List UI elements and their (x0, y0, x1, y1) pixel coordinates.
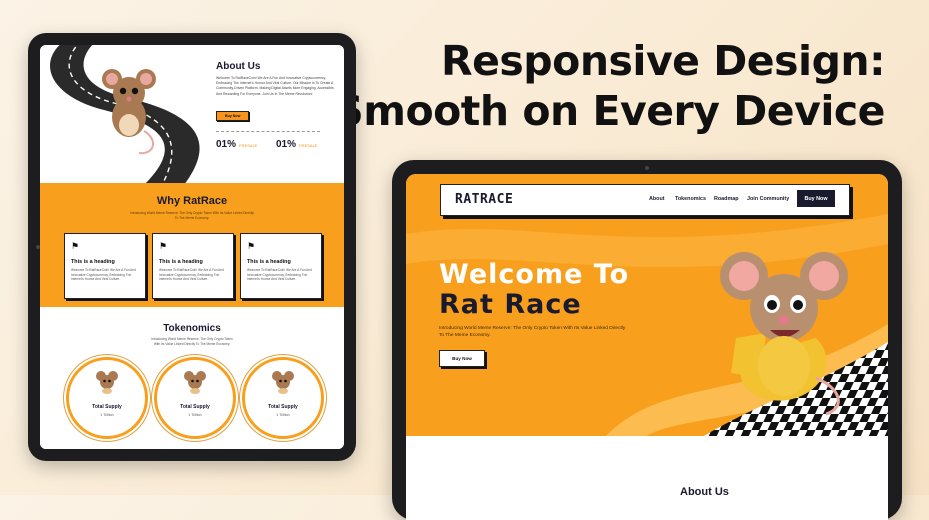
why-subtitle: Introducing World Meme Reserve: The Only… (130, 211, 254, 220)
card-heading: This is a heading (159, 259, 203, 265)
nav-buy-button[interactable]: Buy Now (797, 190, 835, 207)
headline-line-1: Responsive Design: (441, 37, 885, 85)
hero-subtitle: Introducing World Meme Reserve: The Only… (439, 326, 626, 338)
navbar: RATRACE About Tokenomics Roadmap Join Co… (440, 184, 850, 216)
road-illustration (50, 45, 200, 185)
nav-link-about[interactable]: About (649, 196, 665, 202)
tablet-portrait: About Us Welcome To RatRaceCoin! We Are … (28, 33, 356, 461)
headline-line-2: Smooth on Every Device (334, 87, 885, 135)
checkered-flag-icon: ⚑ (71, 241, 80, 251)
stat-label: PRESALE (239, 143, 258, 148)
page-headline: Responsive Design: Smooth on Every Devic… (334, 36, 885, 136)
tokenomics-subtitle: Introducing World Meme Reserve: The Only… (151, 337, 233, 346)
stat-value: 01% (216, 139, 237, 150)
hero-title-line-2: Rat Race (439, 289, 582, 320)
camera-dot (645, 166, 649, 170)
tokenomics-circle: Total Supply 1 Trillion (242, 357, 324, 439)
tokenomics-value: 1 Trillion (188, 413, 202, 417)
about-preview-section: About Us (406, 436, 888, 520)
mouse-icon (272, 371, 294, 394)
about-divider (216, 131, 320, 132)
card-text: Welcome To RatRaceCoin! We Are A Fun And… (159, 268, 224, 282)
tokenomics-circle: Total Supply 1 Trillion (66, 357, 148, 439)
card-text: Welcome To RatRaceCoin! We Are A Fun And… (71, 268, 136, 282)
about-text: Welcome To RatRaceCoin! We Are A Fun And… (216, 76, 335, 96)
tokenomics-value: 1 Trillion (276, 413, 290, 417)
tokenomics-label: Total Supply (92, 404, 122, 410)
mouse-icon (184, 371, 206, 394)
hero-buy-button[interactable]: Buy Now (439, 350, 485, 367)
tokenomics-title: Tokenomics (163, 323, 221, 334)
tokenomics-value: 1 Trillion (100, 413, 114, 417)
why-section: Why RatRace Introducing World Meme Reser… (40, 183, 344, 307)
stat-presale-2: 01% PRESALE (276, 139, 317, 150)
card-heading: This is a heading (247, 259, 291, 265)
mouse-mascot-illustration (720, 252, 848, 416)
nav-link-join-community[interactable]: Join Community (747, 196, 789, 202)
about-buy-button[interactable]: Buy Now (216, 111, 250, 121)
about-title: About Us (216, 61, 261, 72)
tokenomics-circle: Total Supply 1 Trillion (154, 357, 236, 439)
hero-title: Welcome To Rat Race (439, 260, 629, 320)
tokenomics-label: Total Supply (268, 404, 298, 410)
nav-link-tokenomics[interactable]: Tokenomics (675, 196, 706, 202)
hero-title-line-1: Welcome To (439, 259, 630, 290)
tokenomics-label: Total Supply (180, 404, 210, 410)
feature-card: ⚑ This is a heading Welcome To RatRaceCo… (152, 233, 234, 299)
stat-value: 01% (276, 139, 297, 150)
brand-logo[interactable]: RATRACE (455, 192, 513, 207)
checkered-flag-icon: ⚑ (247, 241, 256, 251)
tokenomics-section: Tokenomics Introducing World Meme Reserv… (40, 307, 344, 449)
tablet-landscape: RATRACE About Tokenomics Roadmap Join Co… (392, 160, 902, 520)
stat-label: PRESALE (299, 143, 318, 148)
hero-section: RATRACE About Tokenomics Roadmap Join Co… (406, 174, 888, 436)
tablet-portrait-screen: About Us Welcome To RatRaceCoin! We Are … (40, 45, 344, 449)
why-title: Why RatRace (156, 195, 228, 207)
about-preview-title: About Us (680, 486, 729, 498)
mouse-icon (96, 371, 118, 394)
card-text: Welcome To RatRaceCoin! We Are A Fun And… (247, 268, 312, 282)
card-heading: This is a heading (71, 259, 115, 265)
tablet-landscape-screen: RATRACE About Tokenomics Roadmap Join Co… (406, 174, 888, 520)
about-section: About Us Welcome To RatRaceCoin! We Are … (40, 45, 344, 185)
checkered-flag-icon: ⚑ (159, 241, 168, 251)
feature-card: ⚑ This is a heading Welcome To RatRaceCo… (64, 233, 146, 299)
feature-card: ⚑ This is a heading Welcome To RatRaceCo… (240, 233, 322, 299)
stat-presale-1: 01% PRESALE (216, 139, 257, 150)
nav-link-roadmap[interactable]: Roadmap (714, 196, 739, 202)
